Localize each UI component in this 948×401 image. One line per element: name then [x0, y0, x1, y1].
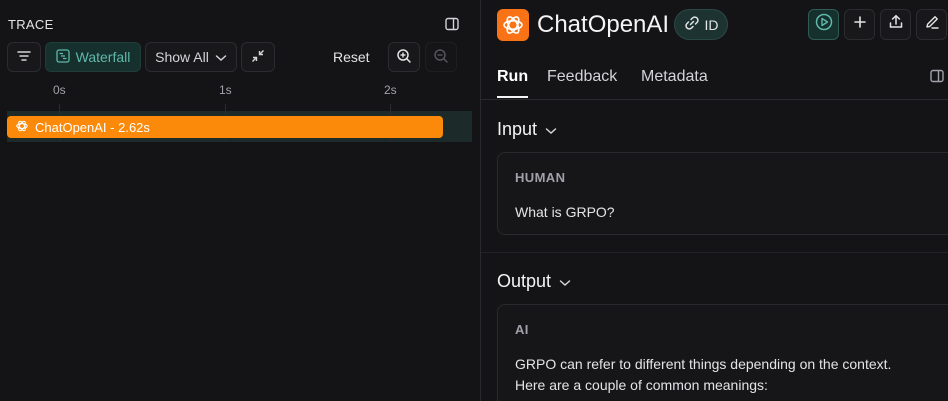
detail-tabs: Run Feedback Metadata	[497, 66, 937, 100]
zoom-out-button[interactable]	[425, 42, 457, 72]
message-content-line-1: GRPO can refer to different things depen…	[515, 356, 892, 372]
trace-toolbar: Waterfall Show All Reset	[7, 42, 467, 72]
chevron-down-icon	[559, 271, 571, 292]
waterfall-label: Waterfall	[75, 49, 131, 65]
filter-icon	[17, 49, 31, 65]
filter-button[interactable]	[7, 42, 41, 72]
output-heading: Output	[497, 271, 552, 291]
side-panel-icon[interactable]	[929, 68, 945, 89]
add-button[interactable]	[844, 9, 875, 40]
zoom-out-icon	[433, 48, 449, 67]
message-content: What is GRPO?	[515, 204, 615, 220]
tab-run[interactable]: Run	[497, 68, 528, 86]
trace-panel: TRACE Waterfall Show All Reset 0s 1s 2s …	[0, 0, 480, 401]
output-section-toggle[interactable]: Output	[497, 271, 571, 292]
copy-id-button[interactable]: ID	[674, 9, 728, 40]
collapse-icon	[251, 49, 265, 66]
message-role: AI	[515, 322, 529, 337]
zoom-in-icon	[396, 48, 412, 67]
share-button[interactable]	[880, 9, 911, 40]
collapse-button[interactable]	[241, 42, 275, 72]
active-tab-indicator	[497, 96, 528, 98]
input-heading: Input	[497, 119, 538, 139]
chevron-down-icon	[545, 119, 557, 140]
reset-button[interactable]: Reset	[333, 49, 370, 65]
edit-icon	[924, 14, 940, 35]
chevron-down-icon	[215, 49, 227, 65]
show-all-label: Show All	[155, 49, 209, 65]
show-all-select[interactable]: Show All	[145, 42, 237, 72]
openai-icon	[497, 9, 529, 41]
run-bar-label: ChatOpenAI - 2.62s	[35, 119, 150, 135]
playground-button[interactable]	[808, 9, 839, 40]
tick-label-0s: 0s	[53, 83, 66, 97]
output-message-card: AI GRPO can refer to different things de…	[497, 304, 948, 401]
run-detail-panel: ChatOpenAI ID Run Feedback Metadata Inpu…	[481, 0, 948, 401]
tab-metadata[interactable]: Metadata	[641, 68, 708, 86]
upload-icon	[888, 14, 904, 35]
tick-label-1s: 1s	[219, 83, 232, 97]
waterfall-button[interactable]: Waterfall	[45, 42, 141, 72]
openai-icon	[15, 119, 29, 136]
run-bar[interactable]: ChatOpenAI - 2.62s	[7, 116, 443, 138]
trace-title: TRACE	[8, 17, 54, 32]
play-icon	[815, 13, 833, 36]
run-title: ChatOpenAI	[537, 11, 670, 38]
waterfall-icon	[55, 48, 70, 66]
tabs-divider	[481, 99, 948, 100]
section-divider	[481, 252, 948, 253]
tick-label-2s: 2s	[384, 83, 397, 97]
input-message-card: HUMAN What is GRPO?	[497, 152, 948, 235]
plus-icon	[853, 15, 867, 34]
message-content-line-2: Here are a couple of common meanings:	[515, 377, 768, 393]
link-icon	[684, 15, 700, 34]
input-section-toggle[interactable]: Input	[497, 119, 557, 140]
zoom-in-button[interactable]	[388, 42, 420, 72]
id-badge-label: ID	[704, 16, 719, 33]
tab-feedback[interactable]: Feedback	[547, 68, 617, 86]
edit-button[interactable]	[916, 9, 947, 40]
panel-toggle-icon[interactable]	[444, 16, 460, 32]
message-role: HUMAN	[515, 170, 566, 185]
